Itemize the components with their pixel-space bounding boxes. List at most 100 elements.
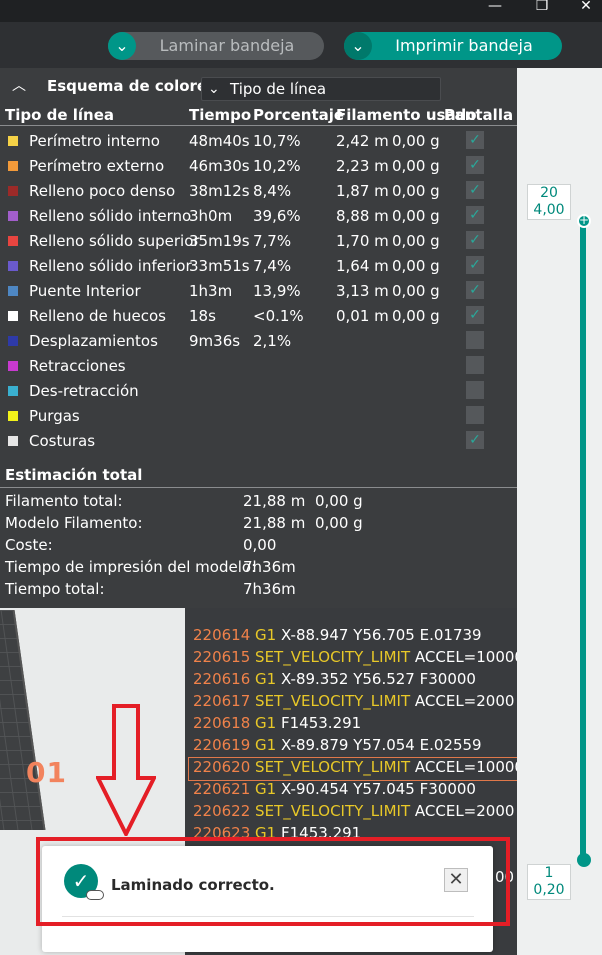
gcode-line-current[interactable]: 220620 SET_VELOCITY_LIMIT ACCEL=10000: [188, 757, 527, 781]
total-value: 21,88 m: [243, 514, 306, 532]
display-checkbox[interactable]: ✓: [466, 231, 484, 249]
restore-button[interactable]: ❐: [527, 0, 557, 14]
legend-row: Retracciones: [0, 353, 517, 378]
total-label: Tiempo de impresión del modelo:: [5, 558, 257, 576]
gcode-line[interactable]: 220617 SET_VELOCITY_LIMIT ACCEL=2000: [193, 692, 514, 714]
gcode-line-number: 220617: [193, 692, 251, 710]
color-swatch: [8, 436, 18, 446]
display-checkbox[interactable]: ✓: [466, 281, 484, 299]
color-swatch: [8, 186, 18, 196]
time-value: 48m40s: [189, 132, 250, 150]
filament-weight-value: 0,00 g: [392, 232, 440, 250]
gcode-line[interactable]: 220614 G1 X-88.947 Y56.705 E.01739: [193, 626, 482, 648]
layer-slider-bottom-handle[interactable]: [577, 853, 591, 867]
percentage-value: 7,4%: [253, 257, 292, 275]
legend-row: Relleno poco denso 38m12s 8,4% 1,87 m 0,00 g…: [0, 178, 517, 203]
display-checkbox[interactable]: [466, 381, 484, 399]
gcode-line-number: 220614: [193, 626, 251, 644]
filament-weight-value: 0,00 g: [392, 207, 440, 225]
filament-weight-value: 0,00 g: [392, 257, 440, 275]
filament-length-value: 1,64 m: [336, 257, 389, 275]
color-scheme-label: Esquema de colores: [47, 77, 217, 95]
gcode-command: SET_VELOCITY_LIMIT: [255, 648, 411, 666]
total-value: 7h36m: [243, 580, 296, 598]
gcode-line[interactable]: 220621 G1 X-90.454 Y57.045 F30000: [193, 780, 476, 802]
legend-panel: ︿ Esquema de colores ⌄ Tipo de línea Tip…: [0, 68, 517, 608]
display-checkbox[interactable]: [466, 406, 484, 424]
display-checkbox[interactable]: ✓: [466, 181, 484, 199]
total-value: 21,88 m: [243, 492, 306, 510]
gcode-arguments: F1453.291: [281, 714, 362, 732]
display-checkbox[interactable]: ✓: [466, 431, 484, 449]
gcode-line[interactable]: 220615 SET_VELOCITY_LIMIT ACCEL=10000: [193, 648, 524, 670]
gcode-line-number: 220621: [193, 780, 251, 798]
close-window-button[interactable]: ✕: [571, 0, 601, 14]
collapse-icon[interactable]: ︿: [12, 78, 28, 94]
color-swatch: [8, 211, 18, 221]
layer-slider-top-handle[interactable]: +: [577, 214, 591, 228]
toolbar: ⌄ Laminar bandeja ⌄ Imprimir bandeja: [0, 22, 602, 68]
gcode-line[interactable]: 220622 SET_VELOCITY_LIMIT ACCEL=2000: [193, 802, 514, 824]
line-type-label: Des-retracción: [29, 382, 139, 400]
filament-length-value: 1,87 m: [336, 182, 389, 200]
print-plate-button[interactable]: ⌄ Imprimir bandeja: [344, 32, 562, 60]
total-weight-value: 0,00 g: [315, 492, 363, 510]
display-checkbox[interactable]: [466, 356, 484, 374]
time-value: 18s: [189, 307, 216, 325]
percentage-value: 8,4%: [253, 182, 292, 200]
legend-row: Desplazamientos 9m36s 2,1%: [0, 328, 517, 353]
color-swatch: [8, 411, 18, 421]
top-layer-height: 4,00: [533, 202, 565, 218]
display-checkbox[interactable]: ✓: [466, 156, 484, 174]
time-value: 46m30s: [189, 157, 250, 175]
gcode-line-number: 220618: [193, 714, 251, 732]
total-value: 0,00: [243, 536, 277, 554]
column-header-time: Tiempo: [189, 106, 252, 124]
chevron-down-icon[interactable]: ⌄: [108, 32, 136, 60]
total-row: Coste: 0,00: [0, 534, 517, 556]
legend-header: ︿ Esquema de colores ⌄ Tipo de línea: [0, 68, 517, 104]
minimize-button[interactable]: —: [480, 0, 510, 14]
percentage-value: 7,7%: [253, 232, 292, 250]
color-swatch: [8, 386, 18, 396]
gcode-line-number: 220615: [193, 648, 251, 666]
percentage-value: 2,1%: [253, 332, 292, 350]
bottom-layer-label: 1 0,20: [527, 864, 571, 900]
line-type-label: Relleno sólido superior: [29, 232, 200, 250]
gcode-line-number: 220620: [193, 758, 251, 776]
gcode-line[interactable]: 220616 G1 X-89.352 Y56.527 F30000: [193, 670, 476, 692]
filament-weight-value: 0,00 g: [392, 182, 440, 200]
percentage-value: 13,9%: [253, 282, 301, 300]
display-checkbox[interactable]: ✓: [466, 131, 484, 149]
chevron-down-icon: ⌄: [208, 81, 220, 97]
gcode-command: G1: [255, 670, 277, 688]
line-type-label: Costuras: [29, 432, 96, 450]
layer-slider-track[interactable]: [580, 224, 586, 860]
line-type-label: Desplazamientos: [29, 332, 158, 350]
filament-length-value: 0,01 m: [336, 307, 389, 325]
color-swatch: [8, 161, 18, 171]
line-type-label: Relleno sólido interno: [29, 207, 192, 225]
gcode-line[interactable]: 220618 G1 F1453.291: [193, 714, 361, 736]
color-swatch: [8, 361, 18, 371]
time-value: 35m19s: [189, 232, 250, 250]
filament-length-value: 1,70 m: [336, 232, 389, 250]
gcode-command: G1: [255, 736, 277, 754]
divider: [0, 487, 517, 488]
display-checkbox[interactable]: ✓: [466, 206, 484, 224]
color-swatch: [8, 261, 18, 271]
gcode-arguments: ACCEL=10000: [414, 648, 524, 666]
chevron-down-icon[interactable]: ⌄: [344, 32, 372, 60]
column-header-percentage: Porcentaje: [253, 106, 345, 124]
slice-plate-button[interactable]: ⌄ Laminar bandeja: [108, 32, 324, 60]
gcode-line[interactable]: 220619 G1 X-89.879 Y57.054 E.02559: [193, 736, 482, 758]
display-checkbox[interactable]: [466, 331, 484, 349]
display-checkbox[interactable]: ✓: [466, 306, 484, 324]
legend-row: Puente Interior 1h3m 13,9% 3,13 m 0,00 g ✓: [0, 278, 517, 303]
color-scheme-select[interactable]: ⌄ Tipo de línea: [201, 77, 441, 101]
display-checkbox[interactable]: ✓: [466, 256, 484, 274]
legend-row: Des-retracción: [0, 378, 517, 403]
gcode-command: G1: [255, 714, 277, 732]
filament-weight-value: 0,00 g: [392, 132, 440, 150]
legend-column-headers: Tipo de línea Tiempo Porcentaje Filament…: [0, 106, 517, 126]
